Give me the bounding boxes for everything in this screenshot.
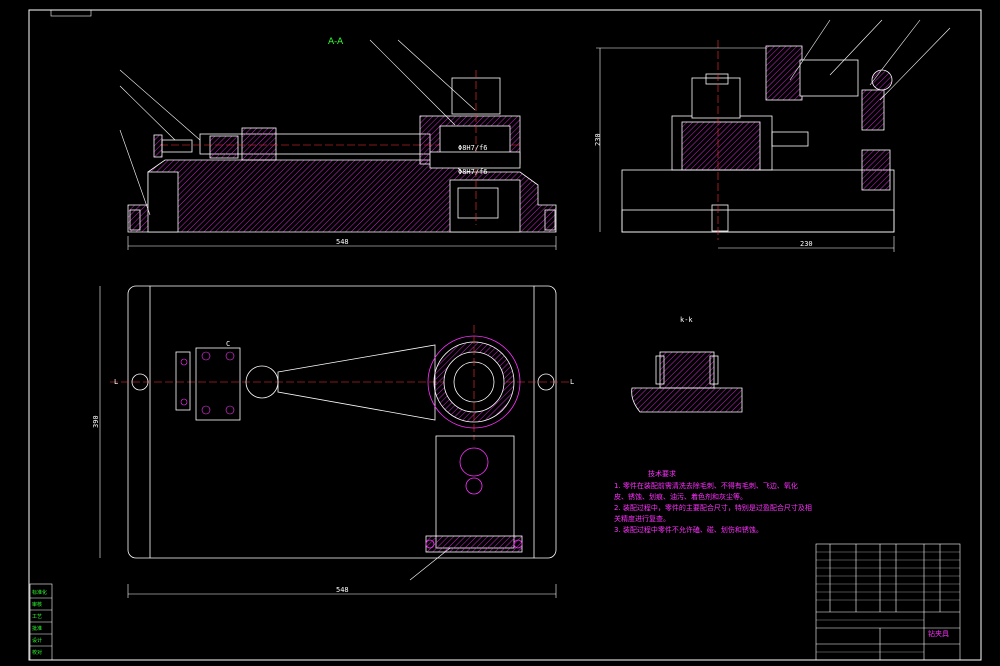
view-marker: A-A	[328, 37, 344, 47]
title-block	[815, 543, 961, 661]
stamp-line-3: 工艺	[32, 614, 42, 620]
outer-border	[28, 9, 982, 661]
side-width-label: 230	[800, 240, 813, 248]
side-view	[621, 40, 895, 240]
section-detail	[631, 351, 743, 413]
tech-req-line-5: 3. 装配过程中零件不允许磕、碰、划伤和锈蚀。	[614, 525, 763, 534]
section-label: k-k	[680, 316, 693, 324]
tech-req-line-4: 关精度进行复查。	[614, 514, 670, 523]
cad-drawing-canvas: Φ8H7/f6 Φ8H7/f6 A-A 548 230 230 L L C 39…	[0, 0, 1000, 666]
plan-height-label: 390	[92, 415, 100, 428]
stamp-line-2: 审核	[32, 601, 42, 608]
plan-width-label: 548	[336, 586, 349, 594]
tech-req-title: 技术要求	[648, 469, 676, 478]
corner-tab	[50, 9, 92, 17]
section-mark-right: L	[570, 378, 574, 386]
tech-req-line-2: 皮、锈蚀、划痕、油污、着色剂和灰尘等。	[614, 492, 747, 501]
plan-view	[110, 285, 570, 559]
front-view	[127, 70, 557, 233]
fit-label-1: Φ8H7/f6	[458, 144, 488, 152]
stamp-line-5: 设计	[32, 637, 42, 644]
stamp-line-1: 标准化	[32, 589, 47, 596]
side-height-label: 230	[594, 133, 602, 146]
tech-req-line-3: 2. 装配过程中，零件的主要配合尺寸，特别是过盈配合尺寸及相	[614, 503, 812, 512]
stamp-line-6: 校对	[32, 649, 42, 656]
drawing-svg: Φ8H7/f6 Φ8H7/f6 A-A 548 230 230 L L C 39…	[28, 9, 982, 661]
c-mark: C	[226, 340, 230, 348]
plan-bolts	[180, 351, 235, 415]
top-dim-548-label: 548	[336, 238, 349, 246]
fit-label-2: Φ8H7/f6	[458, 168, 488, 176]
tech-req-line-1: 1. 零件在装配前需清洗去除毛刺、不得有毛刺、飞边、氧化	[614, 481, 798, 490]
section-mark-left: L	[114, 378, 118, 386]
drawing-name: 钻夹具	[928, 629, 949, 638]
stamp-line-4: 批准	[32, 625, 42, 632]
